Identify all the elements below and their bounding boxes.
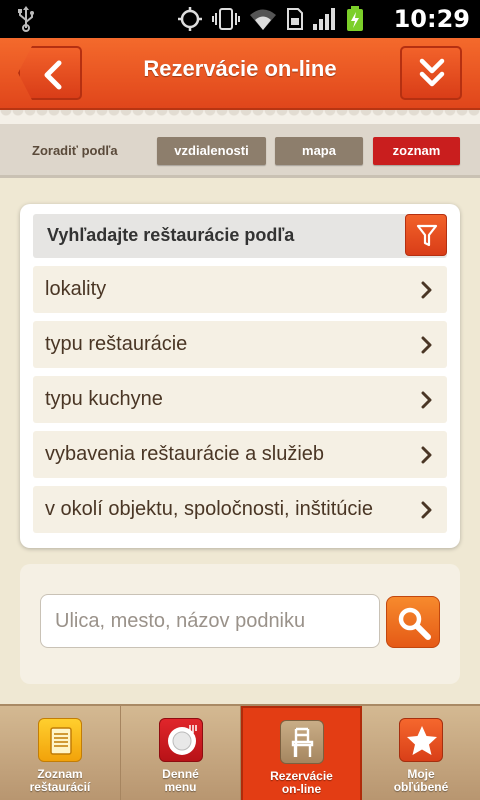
filter-item-label: typu reštaurácie <box>45 333 188 355</box>
chair-icon <box>279 720 324 764</box>
gps-icon <box>178 7 202 31</box>
sim-icon <box>287 8 303 30</box>
lace-divider <box>0 110 480 124</box>
search-icon <box>398 607 431 640</box>
filter-card-title: Vyhľadajte reštaurácie podľa <box>47 225 295 245</box>
filter-card-header: Vyhľadajte reštaurácie podľa <box>33 214 447 258</box>
filter-item-cuisine[interactable]: typu kuchyne <box>33 376 447 423</box>
vibrate-icon <box>212 8 240 30</box>
tab-label: Denné menu <box>162 767 199 794</box>
tab-label: Zoznam reštaurácií <box>29 767 91 794</box>
page-title: Rezervácie on-line <box>143 56 337 81</box>
signal-icon <box>313 8 335 30</box>
filter-card: Vyhľadajte reštaurácie podľa lokality ty… <box>20 204 460 548</box>
filter-item-label: typu kuchyne <box>45 388 163 410</box>
status-time: 10:29 <box>393 5 470 33</box>
sort-bar: Zoradiť podľa vzdialenosti mapa zoznam <box>0 124 480 178</box>
search-card <box>20 564 460 684</box>
status-icons <box>176 6 364 32</box>
search-button[interactable] <box>386 596 440 648</box>
filter-item-nearby[interactable]: v okolí objektu, spoločnosti, inštitúcie <box>33 486 447 533</box>
bottom-tab-bar: Zoznam reštaurácií Denné menu Rezervácie on… <box>0 704 480 800</box>
chevron-right-icon <box>421 446 432 464</box>
plate-icon <box>158 718 203 762</box>
chevron-left-icon <box>44 60 62 90</box>
sort-distance-button[interactable]: vzdialenosti <box>157 137 266 165</box>
battery-charging-icon <box>347 6 363 31</box>
wifi-icon <box>250 9 276 30</box>
sort-label: Zoradiť podľa <box>32 143 118 158</box>
chevron-right-icon <box>421 336 432 354</box>
chevron-right-icon <box>421 391 432 409</box>
status-bar: 10:29 <box>0 0 480 38</box>
sort-map-button[interactable]: mapa <box>275 137 363 165</box>
menu-button[interactable] <box>400 46 462 100</box>
filter-item-label: vybavenia reštaurácie a služieb <box>45 443 325 465</box>
filter-item-location[interactable]: lokality <box>33 266 447 313</box>
double-chevron-down-icon <box>419 58 445 87</box>
list-icon <box>38 718 82 762</box>
app-header: Rezervácie on-line <box>0 38 480 110</box>
filter-item-amenities[interactable]: vybavenia reštaurácie a služieb <box>33 431 447 478</box>
filter-item-label: v okolí objektu, spoločnosti, inštitúcie <box>45 498 373 520</box>
usb-icon <box>18 6 34 32</box>
filter-item-restaurant-type[interactable]: typu reštaurácie <box>33 321 447 368</box>
tab-label: Moje obľúbené <box>393 767 449 794</box>
tab-restaurant-list[interactable]: Zoznam reštaurácií <box>0 706 121 800</box>
search-input[interactable] <box>40 594 380 648</box>
tab-daily-menu[interactable]: Denné menu <box>121 706 241 800</box>
chevron-right-icon <box>421 281 432 299</box>
filter-item-label: lokality <box>45 278 107 300</box>
funnel-icon <box>416 224 438 247</box>
sort-list-button[interactable]: zoznam <box>373 137 460 165</box>
star-icon <box>399 718 443 762</box>
back-button[interactable] <box>18 46 82 100</box>
tab-label: Rezervácie on-line <box>270 769 333 796</box>
chevron-right-icon <box>421 501 432 519</box>
filter-button[interactable] <box>405 214 447 256</box>
tab-favorites[interactable]: Moje obľúbené <box>362 706 480 800</box>
tab-online-reservations[interactable]: Rezervácie on-line <box>241 706 362 800</box>
